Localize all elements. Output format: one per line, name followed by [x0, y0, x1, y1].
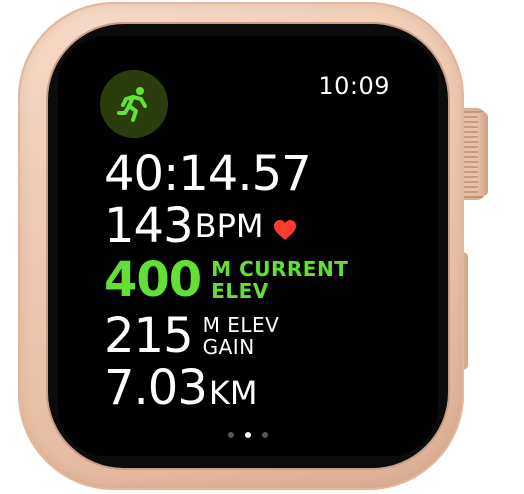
heart-icon	[274, 220, 297, 240]
elapsed-time: 40:14.57	[104, 146, 312, 202]
current-elevation-row: 400 M CURRENT ELEV	[104, 256, 348, 304]
elevation-gain-label-line2: GAIN	[202, 335, 255, 359]
elevation-gain-row: 215 M ELEV GAIN	[104, 312, 279, 360]
heart-rate-unit: BPM	[194, 207, 264, 245]
distance-row: 7.03 KM	[104, 364, 257, 412]
digital-crown-cap[interactable]	[478, 112, 488, 196]
watch-screen[interactable]: 10:09 40:14.57 143 BPM 400 M CURRENT ELE…	[58, 36, 438, 456]
current-elevation-label: M CURRENT ELEV	[211, 258, 348, 302]
elevation-gain-label-line1: M ELEV	[202, 313, 280, 337]
elevation-gain-value: 215	[104, 308, 194, 364]
clock-time: 10:09	[318, 72, 390, 100]
page-dot-2-active	[245, 432, 251, 438]
apple-watch-device: 10:09 40:14.57 143 BPM 400 M CURRENT ELE…	[0, 0, 524, 494]
current-elevation-label-line1: M CURRENT	[211, 257, 349, 281]
page-dot-3	[262, 432, 268, 438]
page-dot-1	[228, 432, 234, 438]
heart-rate-value: 143	[104, 198, 194, 254]
elevation-gain-label: M ELEV GAIN	[203, 314, 280, 358]
distance-unit: KM	[208, 374, 258, 412]
heart-rate-row: 143 BPM	[104, 202, 297, 250]
page-indicator[interactable]	[58, 432, 438, 438]
current-elevation-label-line2: ELEV	[211, 279, 269, 303]
running-figure-icon	[117, 87, 147, 122]
distance-value: 7.03	[104, 360, 208, 416]
workout-app-button[interactable]	[100, 70, 168, 138]
current-elevation-value: 400	[104, 252, 202, 308]
